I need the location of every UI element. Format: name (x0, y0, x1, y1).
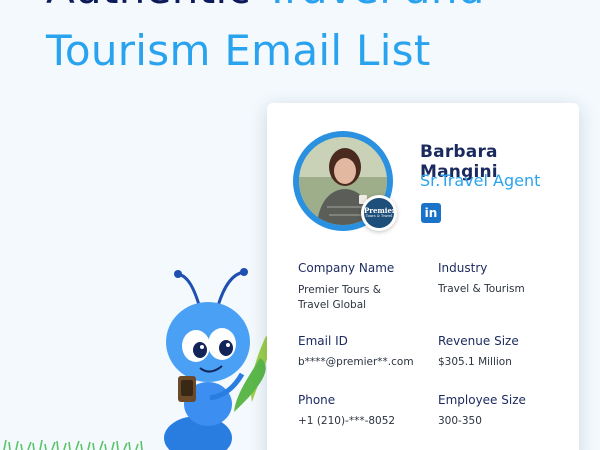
industry-label: Industry (438, 261, 488, 275)
linkedin-icon[interactable]: in (421, 203, 441, 223)
employee-size-label: Employee Size (438, 393, 526, 407)
contact-profile-card: Premier Tours & Travel Barbara Mangini S… (267, 103, 579, 450)
page-headline: Authentic Travel and Tourism Email List (46, 0, 485, 82)
phone-value: +1 (210)-***-8052 (298, 415, 396, 427)
contact-job-title: Sr.Travel Agent (420, 171, 541, 190)
employee-size-value: 300-350 (438, 415, 482, 427)
headline-line-2: Tourism Email List (46, 26, 431, 75)
revenue-value: $305.1 Million (438, 356, 512, 368)
revenue-label: Revenue Size (438, 334, 519, 348)
headline-word-authentic: Authentic (46, 0, 251, 13)
company-logo-text: Premier (364, 206, 394, 215)
company-name-value: Premier Tours & Travel Global (298, 284, 381, 311)
industry-value: Travel & Tourism (438, 283, 525, 295)
phone-label: Phone (298, 393, 336, 407)
email-value: b****@premier**.com (298, 356, 414, 368)
company-name-label: Company Name (298, 261, 395, 275)
email-label: Email ID (298, 334, 348, 348)
company-logo-subtext: Tours & Travel (365, 214, 393, 218)
company-logo: Premier Tours & Travel (361, 195, 397, 231)
headline-word-travel: Travel and (264, 0, 484, 13)
